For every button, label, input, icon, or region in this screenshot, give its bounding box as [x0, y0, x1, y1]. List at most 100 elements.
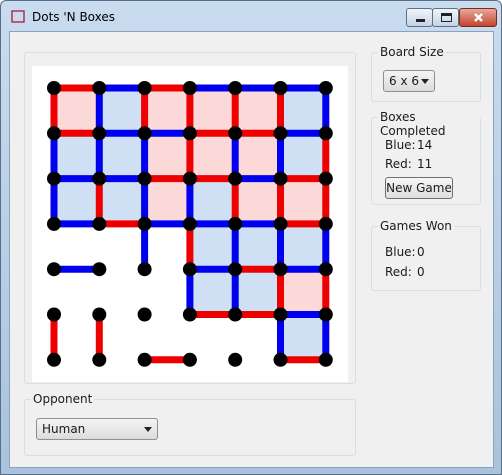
board-dot: [318, 216, 333, 231]
board-size-select[interactable]: 6 x 6: [383, 70, 435, 92]
board-dot: [182, 126, 197, 141]
box-blue[interactable]: [235, 269, 281, 315]
board-dot: [182, 171, 197, 186]
box-red[interactable]: [235, 88, 281, 134]
opponent-select[interactable]: Human: [36, 418, 158, 440]
box-red[interactable]: [144, 133, 190, 179]
board-dot: [92, 171, 107, 186]
red-wins-value: 0: [417, 265, 425, 279]
board-dot: [182, 262, 197, 277]
board-dot: [47, 126, 61, 141]
box-blue[interactable]: [280, 88, 326, 134]
board-dot: [92, 262, 107, 277]
box-red[interactable]: [144, 88, 190, 134]
box-blue[interactable]: [54, 133, 100, 179]
box-red[interactable]: [189, 88, 236, 134]
chevron-down-icon: [421, 79, 429, 84]
board-canvas[interactable]: [32, 66, 348, 382]
games-won-group: Games Won Blue: 0 Red: 0: [371, 219, 481, 291]
board-dot: [273, 262, 288, 277]
window-title: Dots 'N Boxes: [32, 10, 116, 24]
board-dot: [137, 81, 152, 95]
board-dot: [228, 126, 243, 141]
board-dot: [228, 171, 243, 186]
board-dot: [228, 81, 243, 95]
box-blue[interactable]: [54, 178, 100, 224]
box-red[interactable]: [189, 133, 236, 179]
board-size-group: Board Size 6 x 6: [371, 45, 481, 102]
games-won-legend: Games Won: [378, 219, 454, 233]
box-red[interactable]: [54, 88, 100, 134]
board-dot: [47, 262, 61, 277]
box-blue[interactable]: [280, 133, 326, 179]
board-size-legend: Board Size: [378, 45, 446, 59]
red-boxes-value: 11: [417, 157, 433, 171]
board-dot: [137, 171, 152, 186]
board-dot: [273, 352, 288, 367]
board-dot: [47, 352, 61, 367]
board-dot: [137, 352, 152, 367]
board-dot: [182, 307, 197, 322]
board-dot: [228, 307, 243, 322]
box-blue[interactable]: [99, 133, 145, 179]
box-red[interactable]: [280, 178, 326, 224]
board-dot: [92, 81, 107, 95]
board-dot: [318, 352, 333, 367]
board-dot: [273, 216, 288, 231]
board-dot: [318, 81, 333, 95]
board-dot: [137, 216, 152, 231]
board-dot: [47, 81, 61, 95]
box-red[interactable]: [235, 133, 281, 179]
dots-boxes-app-icon: [11, 10, 25, 23]
board-dot: [318, 126, 333, 141]
board-dot: [273, 126, 288, 141]
box-blue[interactable]: [99, 178, 145, 224]
boxes-completed-group: Boxes Completed Blue: 14 Red: 11 New Gam…: [371, 110, 481, 205]
box-blue[interactable]: [189, 269, 236, 315]
board-size-value: 6 x 6: [389, 74, 419, 88]
board-dot: [318, 262, 333, 277]
chevron-down-icon: [144, 427, 152, 432]
box-blue[interactable]: [235, 223, 281, 270]
blue-boxes-label: Blue:: [385, 138, 416, 152]
board-dot: [92, 307, 107, 322]
blue-boxes-value: 14: [417, 138, 433, 152]
box-blue[interactable]: [189, 223, 236, 270]
box-red[interactable]: [144, 178, 190, 224]
opponent-legend: Opponent: [31, 392, 95, 406]
board-dot: [228, 262, 243, 277]
board-dot: [137, 307, 152, 322]
box-blue[interactable]: [99, 88, 145, 134]
red-boxes-label: Red:: [385, 157, 412, 171]
close-button[interactable]: [459, 8, 497, 27]
box-red[interactable]: [280, 269, 326, 315]
game-board[interactable]: [32, 66, 348, 382]
blue-wins-value: 0: [417, 245, 425, 259]
client-area: Board Size 6 x 6 Boxes Completed Blue: 1…: [9, 31, 494, 468]
board-dot: [228, 352, 243, 367]
board-dot: [318, 307, 333, 322]
box-blue[interactable]: [189, 178, 236, 224]
box-blue[interactable]: [280, 223, 326, 270]
minimize-icon: [416, 19, 425, 22]
board-dot: [92, 216, 107, 231]
board-dot: [273, 171, 288, 186]
box-blue[interactable]: [280, 314, 326, 360]
close-icon: [474, 13, 483, 22]
board-dot: [47, 171, 61, 186]
minimize-button[interactable]: [406, 8, 433, 27]
title-bar[interactable]: Dots 'N Boxes: [1, 1, 501, 31]
board-dot: [47, 307, 61, 322]
board-dot: [318, 171, 333, 186]
board-dot: [228, 216, 243, 231]
board-dot: [273, 307, 288, 322]
board-dot: [92, 352, 107, 367]
board-dot: [273, 81, 288, 95]
red-wins-label: Red:: [385, 265, 412, 279]
maximize-button[interactable]: [432, 8, 459, 27]
opponent-group: Opponent Human: [24, 392, 356, 456]
box-red[interactable]: [235, 178, 281, 224]
board-group: [24, 52, 356, 384]
new-game-button[interactable]: New Game: [385, 177, 453, 199]
board-dot: [137, 126, 152, 141]
